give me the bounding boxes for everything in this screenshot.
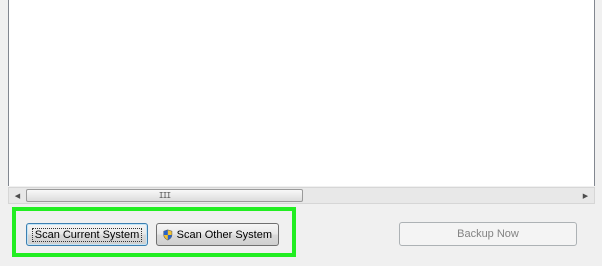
scan-current-system-button[interactable]: Scan Current System [26, 223, 148, 246]
scroll-left-arrow-icon[interactable]: ◀ [9, 188, 26, 203]
backup-now-label: Backup Now [457, 228, 519, 240]
uac-shield-icon [163, 229, 173, 240]
backup-now-button[interactable]: Backup Now [399, 222, 577, 246]
app-window: ◀ III ▶ Scan Current System Scan Other S… [0, 0, 602, 266]
scan-other-system-button[interactable]: Scan Other System [156, 223, 279, 246]
scan-other-system-label: Scan Other System [176, 228, 272, 241]
scrollbar-grip-icon: III [158, 190, 171, 200]
horizontal-scrollbar[interactable]: ◀ III ▶ [8, 187, 595, 204]
scroll-right-arrow-icon[interactable]: ▶ [577, 188, 594, 203]
scan-current-system-label: Scan Current System [31, 227, 143, 242]
results-list-pane[interactable] [8, 0, 595, 186]
scrollbar-thumb[interactable]: III [26, 189, 303, 202]
